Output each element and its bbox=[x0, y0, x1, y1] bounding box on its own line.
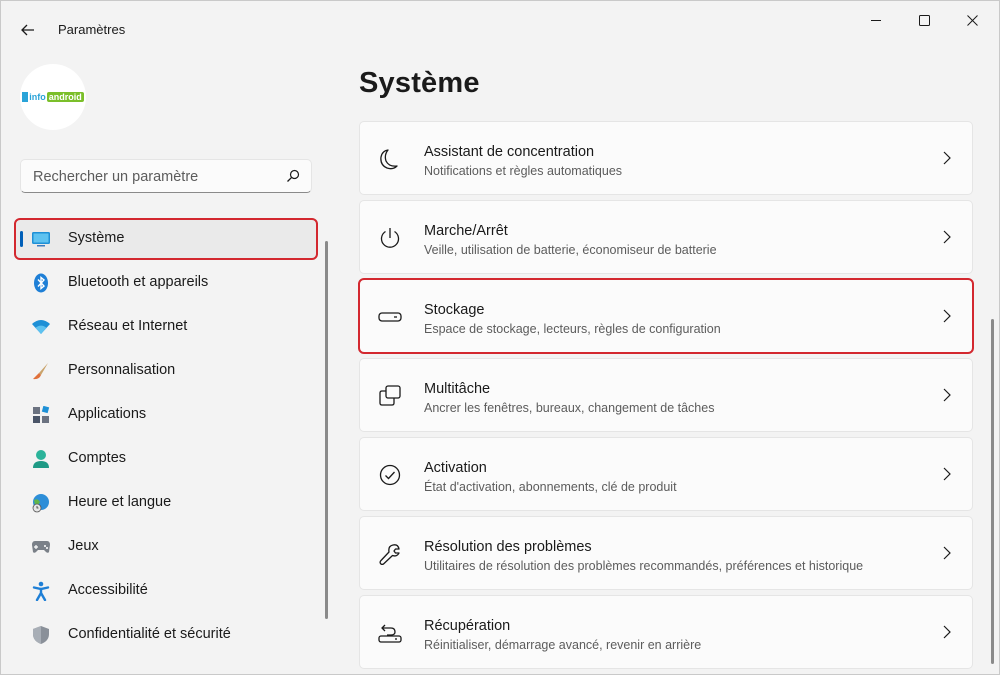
chevron-right-icon bbox=[943, 309, 951, 323]
minimize-icon bbox=[870, 19, 881, 21]
sidebar-item-label: Accessibilité bbox=[68, 582, 148, 598]
close-button[interactable] bbox=[949, 9, 995, 31]
card-title: Résolution des problèmes bbox=[424, 539, 592, 555]
main-scrollbar[interactable] bbox=[991, 319, 994, 664]
maximize-icon bbox=[918, 14, 930, 26]
sidebar-item-bluetooth[interactable]: Bluetooth et appareils bbox=[15, 263, 317, 303]
power-icon bbox=[378, 226, 402, 250]
sidebar-item-label: Applications bbox=[68, 406, 147, 422]
minimize-button[interactable] bbox=[853, 9, 899, 31]
card-title: Récupération bbox=[424, 618, 511, 634]
chevron-right-icon bbox=[943, 467, 951, 481]
card-recuperation[interactable]: Récupération Réinitialiser, démarrage av… bbox=[359, 595, 973, 669]
chevron-right-icon bbox=[943, 546, 951, 560]
gamepad-icon bbox=[31, 538, 51, 556]
card-resolution-problemes[interactable]: Résolution des problèmes Utilitaires de … bbox=[359, 516, 973, 590]
card-subtitle: État d'activation, abonnements, clé de p… bbox=[424, 480, 677, 494]
settings-list: Assistant de concentration Notifications… bbox=[358, 121, 974, 674]
sidebar-item-accessibilite[interactable]: Accessibilité bbox=[15, 571, 317, 611]
card-subtitle: Utilitaires de résolution des problèmes … bbox=[424, 559, 864, 573]
chevron-right-icon bbox=[943, 388, 951, 402]
card-marche-arret[interactable]: Marche/Arrêt Veille, utilisation de batt… bbox=[359, 200, 973, 274]
shield-icon bbox=[31, 626, 51, 644]
account-icon bbox=[31, 450, 51, 468]
back-button[interactable] bbox=[13, 17, 43, 43]
sidebar-item-heure[interactable]: Heure et langue bbox=[15, 483, 317, 523]
wrench-icon bbox=[378, 542, 402, 566]
globe-clock-icon bbox=[31, 494, 51, 513]
bluetooth-icon bbox=[31, 273, 51, 293]
card-subtitle: Veille, utilisation de batterie, économi… bbox=[424, 243, 717, 257]
sidebar-nav: Système Bluetooth et appareils Réseau et… bbox=[14, 218, 318, 659]
active-indicator bbox=[20, 231, 23, 247]
system-icon bbox=[31, 230, 51, 248]
sidebar-item-label: Jeux bbox=[68, 538, 99, 554]
sidebar-item-personnalisation[interactable]: Personnalisation bbox=[15, 351, 317, 391]
brush-icon bbox=[31, 362, 51, 380]
card-subtitle: Ancrer les fenêtres, bureaux, changement… bbox=[424, 401, 715, 415]
chevron-right-icon bbox=[943, 625, 951, 639]
card-title: Assistant de concentration bbox=[424, 144, 595, 160]
settings-window: Paramètres info android Rechercher un par… bbox=[0, 0, 1000, 675]
card-stockage[interactable]: Stockage Espace de stockage, lecteurs, r… bbox=[358, 278, 974, 354]
sidebar-item-jeux[interactable]: Jeux bbox=[15, 527, 317, 567]
avatar[interactable]: info android bbox=[20, 64, 86, 130]
card-title: Marche/Arrêt bbox=[424, 223, 508, 239]
sidebar-item-label: Système bbox=[68, 230, 125, 246]
logo-icon: info android bbox=[22, 92, 84, 102]
card-title: Multitâche bbox=[424, 381, 491, 397]
card-subtitle: Réinitialiser, démarrage avancé, revenir… bbox=[424, 638, 702, 652]
card-title: Activation bbox=[424, 460, 487, 476]
search-placeholder: Rechercher un paramètre bbox=[33, 169, 199, 185]
sidebar-item-reseau[interactable]: Réseau et Internet bbox=[15, 307, 317, 347]
search-icon bbox=[287, 169, 300, 182]
title-bar: Paramètres bbox=[1, 1, 999, 59]
sidebar-item-label: Confidentialité et sécurité bbox=[68, 626, 231, 642]
sidebar-item-label: Bluetooth et appareils bbox=[68, 274, 209, 290]
close-icon bbox=[966, 14, 978, 26]
recovery-icon bbox=[378, 621, 402, 645]
apps-icon bbox=[31, 406, 51, 424]
sidebar-item-applications[interactable]: Applications bbox=[15, 395, 317, 435]
sidebar-item-label: Comptes bbox=[68, 450, 127, 466]
sidebar-item-label: Heure et langue bbox=[68, 494, 172, 510]
moon-icon bbox=[378, 147, 402, 171]
page-title: Système bbox=[359, 67, 480, 99]
card-title: Stockage bbox=[424, 302, 485, 318]
accessibility-icon bbox=[31, 581, 51, 601]
app-title: Paramètres bbox=[58, 22, 126, 37]
sidebar-item-label: Réseau et Internet bbox=[68, 318, 188, 334]
card-subtitle: Espace de stockage, lecteurs, règles de … bbox=[424, 322, 721, 336]
maximize-button[interactable] bbox=[901, 9, 947, 31]
search-input[interactable]: Rechercher un paramètre bbox=[20, 159, 312, 193]
card-multitache[interactable]: Multitâche Ancrer les fenêtres, bureaux,… bbox=[359, 358, 973, 432]
sidebar-item-confidentialite[interactable]: Confidentialité et sécurité bbox=[15, 615, 317, 655]
chevron-right-icon bbox=[943, 151, 951, 165]
check-circle-icon bbox=[378, 463, 402, 487]
sidebar-scrollbar[interactable] bbox=[325, 241, 328, 619]
storage-icon bbox=[378, 305, 402, 329]
back-arrow-icon bbox=[21, 24, 34, 36]
card-assistant-concentration[interactable]: Assistant de concentration Notifications… bbox=[359, 121, 973, 195]
sidebar-item-systeme[interactable]: Système bbox=[14, 218, 318, 260]
wifi-icon bbox=[31, 318, 51, 336]
sidebar-item-label: Personnalisation bbox=[68, 362, 176, 378]
chevron-right-icon bbox=[943, 230, 951, 244]
multitask-icon bbox=[378, 384, 402, 408]
card-activation[interactable]: Activation État d'activation, abonnement… bbox=[359, 437, 973, 511]
card-subtitle: Notifications et règles automatiques bbox=[424, 164, 623, 178]
sidebar-item-comptes[interactable]: Comptes bbox=[15, 439, 317, 479]
